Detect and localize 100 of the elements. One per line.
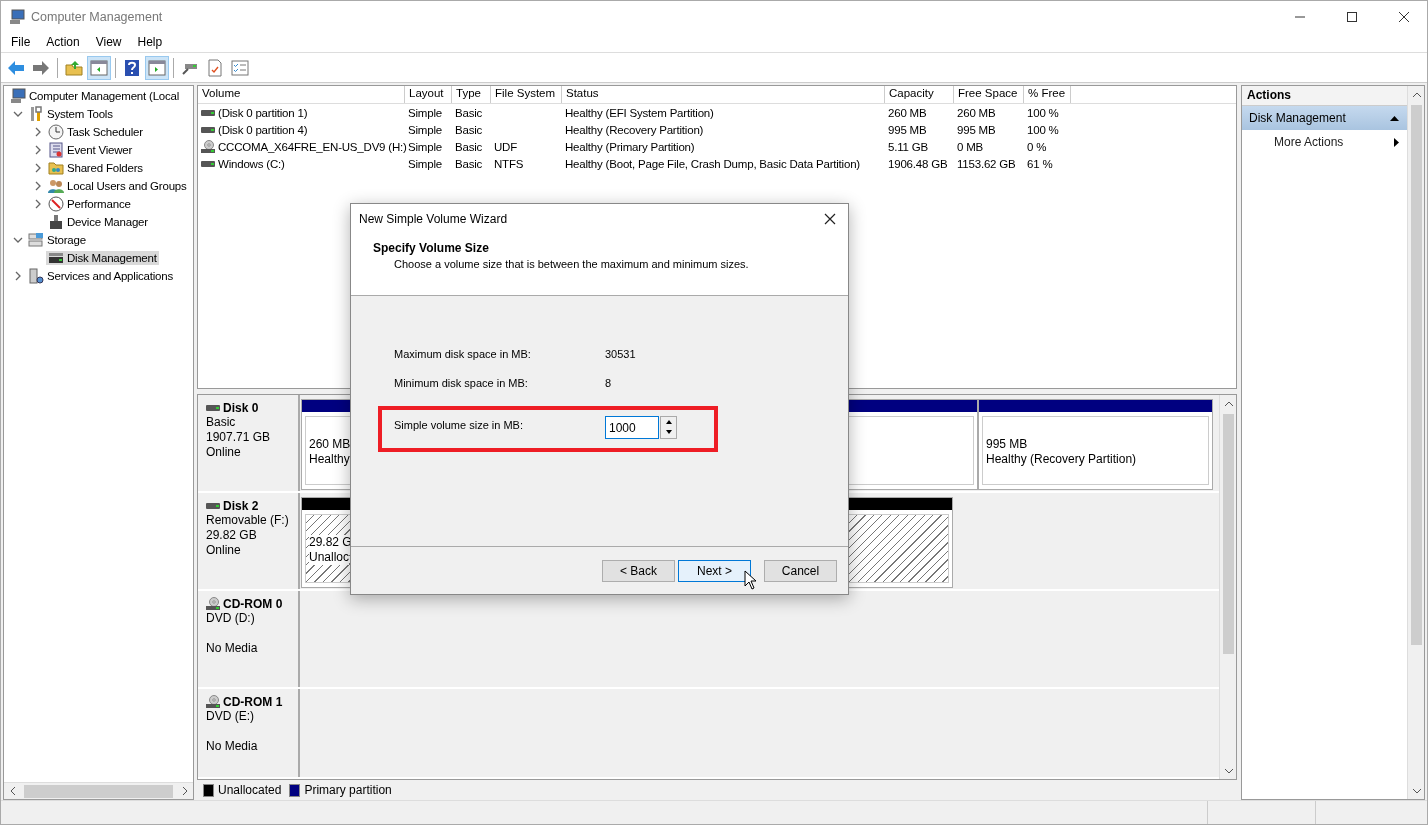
- log-book-icon: [48, 142, 64, 158]
- scroll-down-icon[interactable]: [1412, 787, 1421, 794]
- table-cell: 1906.48 GB: [888, 157, 948, 170]
- field-value: 8: [605, 377, 612, 389]
- maximize-icon: [1347, 11, 1357, 22]
- partition-status: Unalloc: [309, 550, 350, 565]
- computer-icon: [10, 88, 26, 104]
- table-cell: 5.11 GB: [888, 140, 928, 153]
- tree-item[interactable]: Task Scheduler: [46, 123, 145, 141]
- cd-drive-icon: [201, 139, 215, 154]
- disk-name: Disk 2: [223, 499, 259, 513]
- table-cell: CCCOMA_X64FRE_EN-US_DV9 (H:): [218, 140, 407, 153]
- column-header[interactable]: Type: [452, 86, 491, 103]
- tree-item[interactable]: Disk Management: [46, 251, 159, 265]
- up-triangle-icon[interactable]: [665, 420, 672, 424]
- column-header[interactable]: Layout: [405, 86, 452, 103]
- column-header[interactable]: Status: [562, 86, 885, 103]
- size-input[interactable]: 1000: [605, 416, 659, 439]
- console-tree-button[interactable]: [87, 55, 111, 80]
- disk-type: DVD (E:): [206, 709, 254, 723]
- wizard-button[interactable]: Cancel: [764, 559, 837, 582]
- no-entry-icon: [48, 196, 64, 212]
- scroll-up-icon[interactable]: [1412, 91, 1421, 98]
- tree-item[interactable]: Event Viewer: [46, 141, 135, 159]
- column-header[interactable]: Volume: [198, 86, 405, 103]
- server-gear-icon: [28, 268, 44, 284]
- cd-drive-icon: [206, 597, 220, 611]
- partition-status: Healthy: [309, 452, 350, 467]
- vertical-scrollbar[interactable]: [1407, 86, 1424, 799]
- field-label: Maximum disk space in MB:: [394, 348, 532, 360]
- menu-item[interactable]: File: [3, 33, 39, 51]
- field-label: Simple volume size in MB:: [394, 419, 524, 431]
- table-cell: NTFS: [494, 157, 524, 170]
- pane-link[interactable]: Disk Management: [1242, 106, 1407, 130]
- scroll-right-icon[interactable]: [181, 787, 188, 795]
- wizard-button[interactable]: Next >: [678, 559, 751, 582]
- disk-status: Online: [206, 543, 241, 557]
- back-arrow-icon: [7, 59, 25, 76]
- vertical-scrollbar[interactable]: [1219, 395, 1236, 779]
- partition[interactable]: 995 MB Healthy (Recovery Partition): [978, 399, 1213, 490]
- collapse-triangle-icon: [1390, 115, 1399, 121]
- collapsed-chevron-icon[interactable]: [33, 145, 43, 155]
- help-icon: [124, 58, 140, 77]
- window-pane-icon: [148, 59, 166, 76]
- table-cell: Basic: [455, 140, 483, 153]
- table-cell: Windows (C:): [218, 157, 285, 170]
- scroll-left-icon[interactable]: [9, 787, 16, 795]
- table-cell: (Disk 0 partition 4): [218, 123, 308, 136]
- column-header[interactable]: Free Space: [954, 86, 1024, 103]
- table-cell: 995 MB: [957, 123, 996, 136]
- column-header[interactable]: % Free: [1024, 86, 1071, 103]
- disk-name: CD-ROM 0: [223, 597, 283, 611]
- disk-size: 1907.71 GB: [206, 430, 271, 444]
- action-pane-button[interactable]: [145, 55, 169, 80]
- tree-item[interactable]: Storage: [26, 231, 88, 249]
- expanded-chevron-icon[interactable]: [13, 109, 23, 119]
- menu-item[interactable]: Action: [38, 33, 88, 51]
- down-triangle-icon[interactable]: [665, 430, 672, 434]
- tree-item[interactable]: System Tools: [26, 105, 115, 123]
- wizard-subheading: Choose a volume size that is between the maximum and minimum sizes.: [393, 257, 750, 270]
- menu-item[interactable]: View: [87, 33, 130, 51]
- tree-item[interactable]: Services and Applications: [26, 267, 176, 285]
- tree-item[interactable]: Local Users and Groups: [46, 177, 189, 195]
- tree-item[interactable]: Computer Management (Local: [8, 87, 182, 105]
- scroll-down-icon[interactable]: [1224, 767, 1233, 774]
- pane-link[interactable]: More Actions: [1242, 130, 1407, 154]
- spin-buttons[interactable]: [660, 416, 677, 439]
- table-cell: Simple: [408, 157, 442, 170]
- collapsed-chevron-icon[interactable]: [33, 199, 43, 209]
- scroll-up-icon[interactable]: [1224, 400, 1233, 407]
- collapsed-chevron-icon[interactable]: [33, 181, 43, 191]
- expanded-chevron-icon[interactable]: [13, 235, 23, 245]
- column-header[interactable]: File System: [491, 86, 562, 103]
- partition-status: Healthy (Recovery Partition): [986, 452, 1137, 467]
- disk-type: Removable (F:): [206, 513, 289, 527]
- device-icon: [48, 214, 64, 230]
- column-header[interactable]: Capacity: [885, 86, 954, 103]
- collapsed-chevron-icon[interactable]: [13, 271, 23, 281]
- collapsed-chevron-icon[interactable]: [33, 127, 43, 137]
- tree-item[interactable]: Performance: [46, 195, 133, 213]
- table-cell: UDF: [494, 140, 518, 153]
- disk-size: 29.82 GB: [206, 528, 257, 542]
- table-cell: Healthy (Primary Partition): [565, 140, 695, 153]
- legend-label: Primary partition: [304, 783, 392, 797]
- tree-item[interactable]: Device Manager: [46, 213, 150, 231]
- folder-up-icon: [65, 59, 83, 76]
- table-cell: 260 MB: [957, 106, 996, 119]
- window-pane-icon: [90, 59, 108, 76]
- horizontal-scrollbar[interactable]: [4, 782, 193, 799]
- table-cell: 100 %: [1027, 123, 1059, 136]
- tree-item[interactable]: Shared Folders: [46, 159, 145, 177]
- menu-item[interactable]: Help: [129, 33, 171, 51]
- table-cell: Basic: [455, 106, 483, 119]
- table-cell: 995 MB: [888, 123, 927, 136]
- wizard-button[interactable]: < Back: [602, 559, 675, 582]
- disk-type: DVD (D:): [206, 611, 255, 625]
- table-cell: Basic: [455, 123, 483, 136]
- table-cell: 0 MB: [957, 140, 984, 153]
- app-icon: [9, 8, 25, 25]
- collapsed-chevron-icon[interactable]: [33, 163, 43, 173]
